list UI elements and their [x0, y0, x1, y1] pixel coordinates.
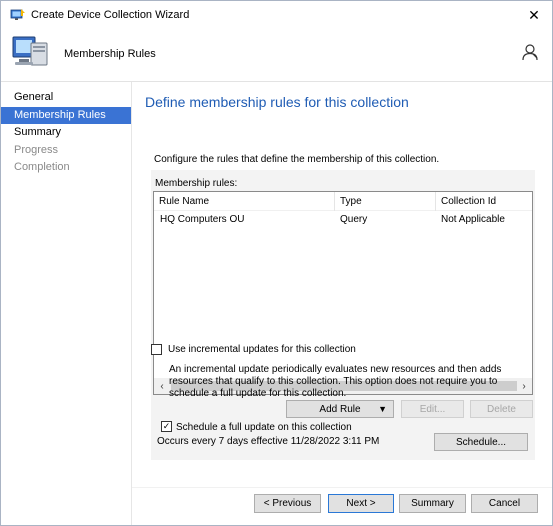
close-button[interactable]: ✕: [516, 1, 552, 29]
page-heading: Membership Rules: [64, 48, 156, 60]
add-rule-label: Add Rule: [319, 403, 361, 415]
step-completion: Completion: [14, 161, 70, 174]
full-update-label[interactable]: Schedule a full update on this collectio…: [176, 422, 352, 433]
summary-button[interactable]: Summary: [399, 494, 466, 513]
edit-button[interactable]: Edit...: [401, 400, 464, 418]
add-rule-button[interactable]: Add Rule ▼: [286, 400, 394, 418]
wizard-app-icon: [10, 9, 25, 20]
list-header: Rule Name Type Collection Id: [154, 192, 532, 211]
chevron-left-icon[interactable]: ‹: [154, 378, 170, 394]
checkmark-icon: ✓: [162, 421, 171, 431]
incremental-updates-checkbox[interactable]: [151, 344, 162, 355]
cell-rule-name: HQ Computers OU: [160, 214, 245, 225]
cell-collection-id: Not Applicable: [441, 214, 505, 225]
schedule-button[interactable]: Schedule...: [434, 433, 528, 451]
column-header-rule-name[interactable]: Rule Name: [154, 192, 334, 211]
page-title: Define membership rules for this collect…: [145, 94, 409, 110]
incremental-info-text: An incremental update periodically evalu…: [169, 364, 502, 399]
wizard-header: Membership Rules: [1, 29, 552, 81]
step-general[interactable]: General: [1, 89, 131, 107]
column-header-collection-id[interactable]: Collection Id: [435, 192, 532, 211]
step-summary[interactable]: Summary: [1, 124, 131, 142]
cancel-button[interactable]: Cancel: [471, 494, 538, 513]
close-icon: ✕: [528, 6, 540, 23]
schedule-summary-text: Occurs every 7 days effective 11/28/2022…: [157, 436, 380, 447]
full-update-checkbox[interactable]: ✓: [161, 421, 172, 432]
incremental-updates-label[interactable]: Use incremental updates for this collect…: [168, 344, 356, 355]
wizard-window: Create Device Collection Wizard ✕ Member…: [0, 0, 553, 526]
delete-button[interactable]: Delete: [470, 400, 533, 418]
computer-monitor-icon: [12, 36, 48, 66]
help-person-icon[interactable]: [521, 43, 539, 61]
window-title: Create Device Collection Wizard: [31, 9, 190, 21]
footer-divider: [132, 487, 552, 488]
title-bar: Create Device Collection Wizard ✕: [1, 1, 552, 29]
step-progress: Progress: [14, 143, 59, 156]
table-row[interactable]: HQ Computers OU Query Not Applicable: [154, 212, 532, 228]
step-membership-rules[interactable]: Membership Rules: [1, 106, 131, 125]
cell-type: Query: [340, 214, 368, 225]
wizard-content: Define membership rules for this collect…: [132, 82, 552, 525]
membership-rules-label: Membership rules:: [155, 178, 238, 189]
wizard-steps-sidebar: General Membership Rules Summary Progres…: [1, 82, 132, 525]
page-description: Configure the rules that define the memb…: [154, 154, 440, 165]
column-header-type[interactable]: Type: [334, 192, 435, 211]
triangle-down-icon: ▼: [378, 404, 387, 414]
next-button[interactable]: Next >: [328, 494, 394, 513]
previous-button[interactable]: < Previous: [254, 494, 321, 513]
